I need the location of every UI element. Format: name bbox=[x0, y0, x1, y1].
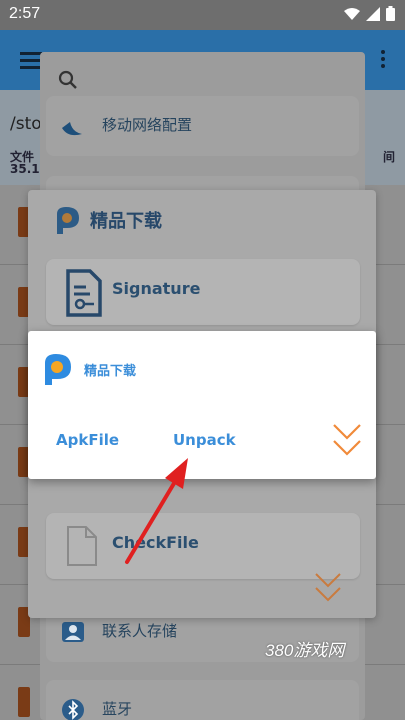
signal-icon bbox=[366, 6, 380, 21]
search-icon[interactable] bbox=[58, 70, 78, 90]
panel-title: 精品下载 bbox=[90, 211, 162, 232]
checkfile-label: CheckFile bbox=[112, 533, 199, 552]
document-icon bbox=[67, 526, 97, 566]
network-icon bbox=[62, 122, 82, 136]
apk-dialog: 精品下载 ApkFile Unpack bbox=[28, 331, 376, 479]
chevron-down-icon[interactable] bbox=[332, 423, 362, 459]
signature-card[interactable]: Signature bbox=[46, 259, 360, 325]
signature-file-icon bbox=[66, 269, 102, 317]
chevron-down-icon[interactable] bbox=[314, 572, 342, 604]
tool-label: 蓝牙 bbox=[102, 700, 133, 718]
app-logo-icon bbox=[45, 354, 71, 385]
tool-label: 联系人存储 bbox=[102, 622, 178, 640]
current-path: /sto bbox=[10, 114, 42, 134]
status-time: 2:57 bbox=[9, 5, 41, 22]
dialog-header: 精品下载 bbox=[40, 351, 136, 387]
checkfile-card[interactable]: CheckFile bbox=[46, 513, 360, 579]
storage-info-value: 35.1 bbox=[10, 162, 40, 176]
bluetooth-icon bbox=[62, 699, 84, 720]
dialog-title: 精品下载 bbox=[84, 363, 137, 379]
panel-header: 精品下载 bbox=[52, 204, 162, 236]
more-options-icon[interactable] bbox=[381, 50, 385, 71]
file-icon bbox=[18, 687, 30, 717]
signature-label: Signature bbox=[112, 279, 201, 298]
wifi-icon bbox=[344, 7, 360, 20]
tool-card[interactable]: 移动网络配置 bbox=[46, 96, 359, 156]
contacts-icon bbox=[62, 622, 84, 642]
tool-card[interactable]: 蓝牙 bbox=[46, 680, 359, 720]
watermark-text: 380游戏网 bbox=[265, 641, 345, 660]
app-logo-icon bbox=[57, 207, 79, 234]
unpack-button[interactable]: Unpack bbox=[173, 431, 236, 449]
apkfile-button[interactable]: ApkFile bbox=[56, 431, 119, 449]
storage-info-right: 间 bbox=[382, 150, 395, 164]
battery-icon bbox=[386, 6, 395, 21]
status-bar: 2:57 bbox=[0, 0, 405, 30]
menu-icon[interactable] bbox=[20, 52, 42, 73]
tool-label: 移动网络配置 bbox=[102, 116, 193, 134]
